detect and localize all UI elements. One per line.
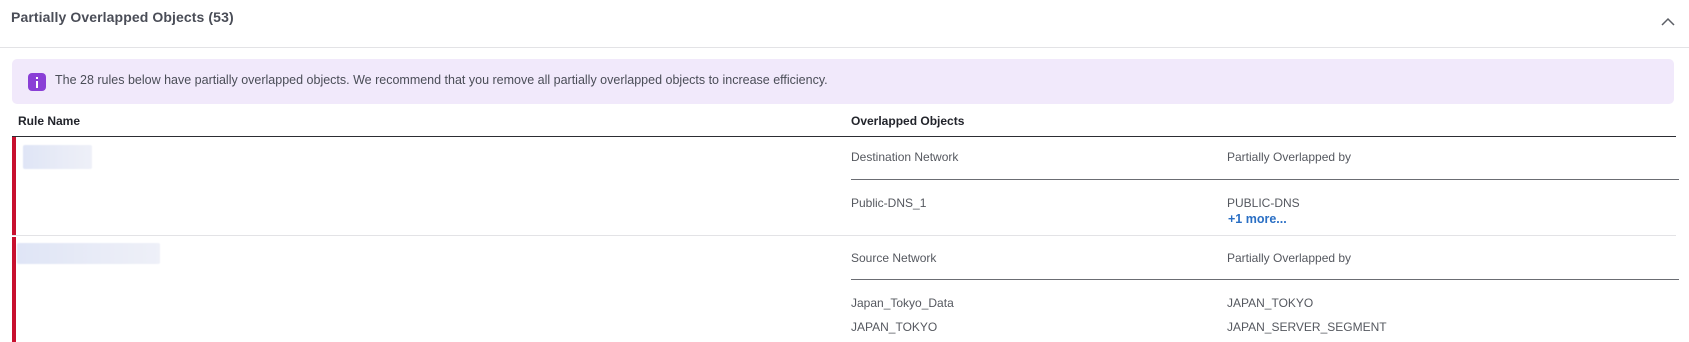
rule-name-redacted[interactable] [17, 243, 160, 264]
column-header-overlapped-objects: Overlapped Objects [851, 114, 965, 128]
object-type-label: Source Network [851, 251, 937, 265]
overlapped-by-value: PUBLIC-DNS [1227, 196, 1300, 210]
section-title: Partially Overlapped Objects (53) [11, 9, 234, 25]
overlap-header-label: Partially Overlapped by [1227, 150, 1352, 164]
column-header-rule-name: Rule Name [18, 114, 81, 128]
severity-bar [12, 137, 16, 235]
info-banner: The 28 rules below have partially overla… [12, 59, 1674, 104]
chevron-up-icon[interactable] [1659, 12, 1677, 30]
overlapped-by-value: JAPAN_SERVER_SEGMENT [1227, 320, 1387, 334]
section-header[interactable]: Partially Overlapped Objects (53) [0, 0, 1689, 48]
object-name: JAPAN_TOKYO [851, 320, 938, 334]
info-icon [28, 73, 46, 91]
object-name: Japan_Tokyo_Data [851, 296, 954, 310]
divider [851, 179, 1679, 180]
table-row[interactable]: Source Network Partially Overlapped by J… [12, 237, 1679, 342]
severity-bar [12, 237, 16, 342]
table-row[interactable]: Destination Network Partially Overlapped… [12, 137, 1679, 236]
banner-text: The 28 rules below have partially overla… [55, 73, 828, 87]
more-link[interactable]: +1 more... [1228, 212, 1287, 226]
rule-name-redacted[interactable] [23, 145, 92, 169]
object-name: Public-DNS_1 [851, 196, 927, 210]
overlapped-by-value: JAPAN_TOKYO [1227, 296, 1314, 310]
overlap-header-label: Partially Overlapped by [1227, 251, 1352, 265]
object-type-label: Destination Network [851, 150, 959, 164]
table-header: Rule Name Overlapped Objects [12, 108, 1676, 137]
divider [851, 279, 1679, 280]
